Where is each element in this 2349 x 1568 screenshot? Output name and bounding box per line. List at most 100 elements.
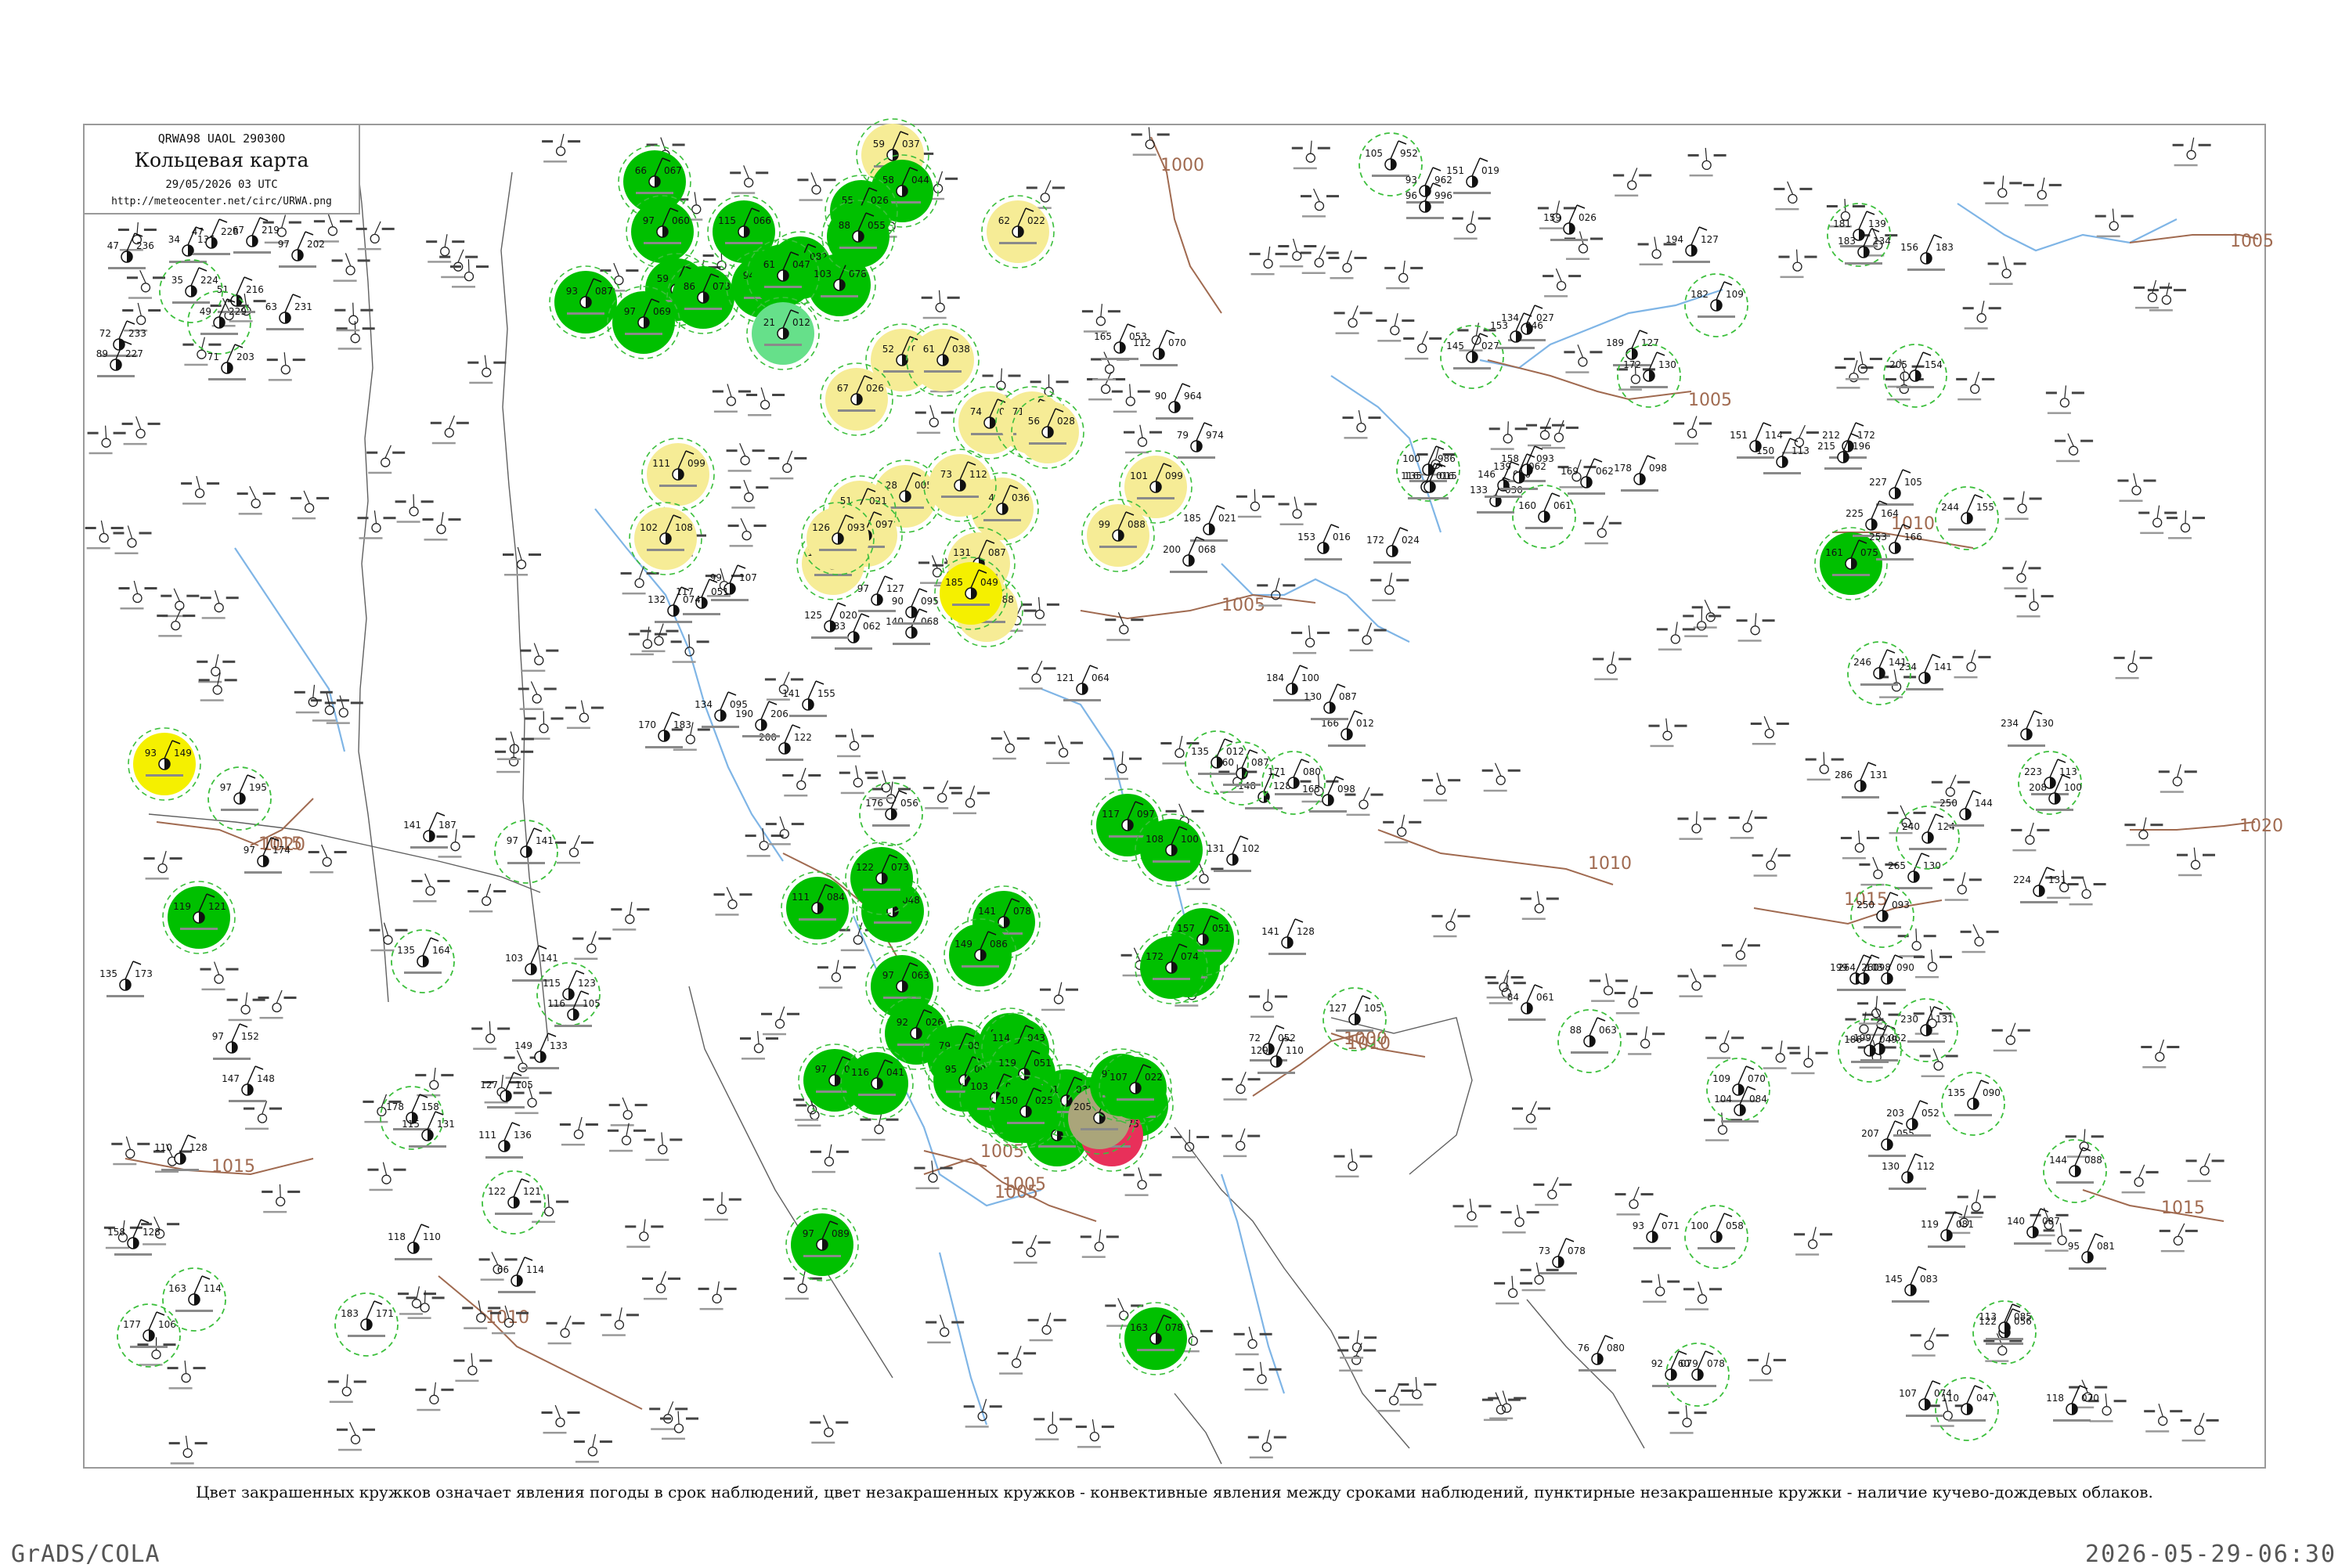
- station-pressure: 012: [1356, 718, 1374, 729]
- station-name-mark: [1497, 347, 1535, 349]
- station-temperature: 47: [107, 240, 119, 251]
- value-tick: [1615, 979, 1628, 982]
- weather-station: 111136: [478, 1123, 532, 1159]
- weather-station: 122073: [846, 842, 918, 914]
- wind-barb: [785, 725, 792, 743]
- station-name-mark: [2056, 1181, 2094, 1184]
- station-circle: [468, 1366, 477, 1375]
- station-name-mark: [858, 1094, 896, 1096]
- wind-barb: [1241, 1072, 1247, 1084]
- wind-barb: [761, 387, 765, 400]
- station-name-mark: [1896, 386, 1934, 388]
- station-pressure: 114: [1765, 430, 1783, 441]
- station-circle: [528, 1098, 536, 1107]
- wind-barb: [2030, 823, 2033, 835]
- wind-barb: [668, 1401, 673, 1414]
- wind-barb-feather: [1337, 684, 1345, 687]
- wind-barb: [1912, 1101, 1920, 1119]
- wind-barb: [942, 780, 947, 793]
- station-pressure: 112: [1917, 1161, 1935, 1172]
- wind-barb-feather: [1868, 762, 1876, 766]
- wind-barb: [1437, 773, 1441, 785]
- name-tick: [2047, 897, 2070, 899]
- station-temperature: 178: [1614, 463, 1632, 474]
- value-tick: [2069, 1229, 2082, 1231]
- station-temperature: 108: [1146, 834, 1164, 845]
- value-tick: [412, 880, 423, 882]
- wind-barb: [1557, 200, 1560, 213]
- station-pressure: 087: [988, 547, 1006, 558]
- name-tick: [1680, 838, 1703, 840]
- station-pressure: 074: [1181, 951, 1199, 962]
- value-tick: [1105, 1304, 1116, 1307]
- station-circle: [713, 1294, 721, 1303]
- weather-station: 63231: [265, 294, 312, 330]
- wind-barb: [622, 1098, 628, 1110]
- station-circle: [853, 935, 862, 944]
- name-tick: [1705, 1139, 1729, 1141]
- wind-barb-feather: [1240, 836, 1248, 839]
- value-tick: [290, 497, 301, 499]
- value-tick: [1514, 982, 1526, 984]
- value-tick: [2212, 1159, 2225, 1162]
- station-temperature: 97: [643, 215, 655, 226]
- station-pressure: 158: [421, 1101, 439, 1112]
- station-name-mark: [874, 921, 911, 924]
- station-circle: [372, 524, 381, 532]
- name-tick: [841, 950, 864, 952]
- station-pressure: 183: [1936, 242, 1954, 253]
- station-circle: [1120, 625, 1128, 634]
- value-tick: [193, 1367, 206, 1369]
- wind-barb: [891, 791, 899, 809]
- value-tick: [2185, 770, 2197, 773]
- name-tick: [1174, 1004, 1198, 1007]
- wind-barb: [1367, 623, 1372, 636]
- value-tick: [2186, 1159, 2197, 1162]
- wind-barb: [1294, 239, 1297, 251]
- station-name-mark: [1876, 503, 1914, 506]
- weather-station: 200068: [1163, 537, 1216, 573]
- station-name-mark: [764, 286, 802, 288]
- value-tick: [1816, 1052, 1828, 1054]
- wind-barb-feather: [899, 791, 907, 794]
- wind-barb: [744, 480, 749, 492]
- value-tick: [1704, 1119, 1715, 1121]
- name-tick: [371, 950, 395, 952]
- map-canvas[interactable]: 1000100510051005100510051010101010101010…: [0, 0, 2349, 1566]
- value-tick: [1704, 975, 1716, 977]
- value-tick: [2192, 517, 2205, 519]
- station-temperature: 97: [220, 782, 232, 793]
- station-circle: [1399, 273, 1408, 282]
- name-tick: [1528, 445, 1551, 447]
- station-pressure: 219: [262, 225, 280, 236]
- station-temperature: 115: [402, 1119, 420, 1130]
- wind-barb: [555, 1405, 560, 1418]
- station-circle: [1719, 1126, 1727, 1134]
- wind-barb: [1645, 1026, 1647, 1039]
- wind-barb-feather: [728, 692, 736, 695]
- name-tick: [1781, 276, 1804, 279]
- value-tick: [2170, 1410, 2182, 1412]
- station-temperature: 101: [1130, 470, 1148, 481]
- river-line: [1221, 1174, 1284, 1393]
- value-tick: [334, 851, 347, 853]
- weather-station: 230131: [1895, 999, 1958, 1062]
- value-tick: [1992, 1029, 2003, 1032]
- value-tick: [727, 449, 738, 452]
- station-temperature: 79: [939, 1040, 951, 1051]
- station-name-mark: [1842, 796, 1879, 798]
- station-circle: [2060, 398, 2069, 407]
- station-temperature: 86: [684, 281, 695, 292]
- station-pressure: 114: [204, 1283, 222, 1294]
- name-tick: [2178, 874, 2202, 877]
- value-tick: [1953, 656, 1964, 658]
- value-tick: [1963, 307, 1974, 309]
- value-tick: [1384, 267, 1395, 269]
- station-pressure: 133: [550, 1040, 568, 1051]
- name-tick: [1763, 1067, 1787, 1069]
- weather-station: 130087: [1304, 684, 1357, 720]
- station-circle: [938, 794, 947, 802]
- station-pressure: 046: [1525, 320, 1543, 331]
- station-circle: [1925, 1341, 1933, 1350]
- station-circle: [1912, 942, 1921, 950]
